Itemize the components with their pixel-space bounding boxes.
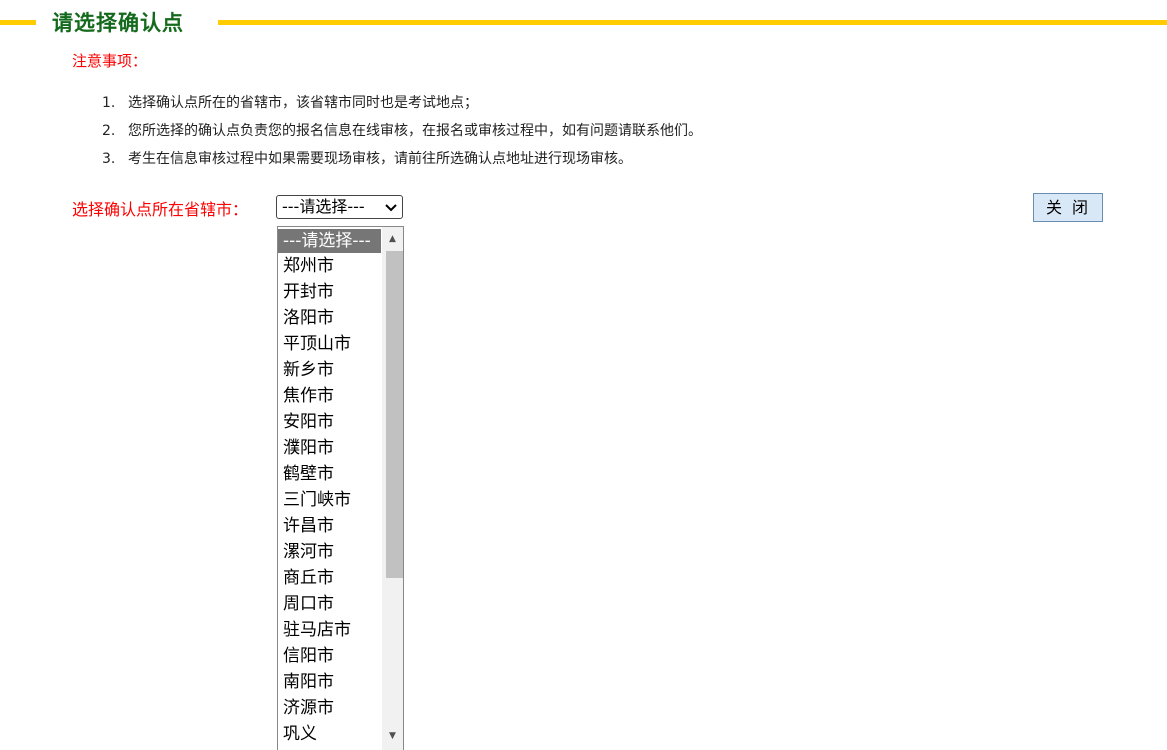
notice-item-text: 您所选择的确认点负责您的报名信息在线审核，在报名或审核过程中，如有问题请联系他们… (128, 123, 702, 139)
city-option[interactable]: 焦作市 (278, 383, 381, 409)
notice-item: 2. 您所选择的确认点负责您的报名信息在线审核，在报名或审核过程中，如有问题请联系… (102, 118, 702, 146)
city-option[interactable]: 许昌市 (278, 513, 381, 539)
scroll-down-arrow-icon[interactable]: ▼ (382, 724, 403, 748)
city-option[interactable]: 濮阳市 (278, 435, 381, 461)
city-option[interactable]: 南阳市 (278, 669, 381, 695)
notice-item: 3. 考生在信息审核过程中如果需要现场审核，请前往所选确认点地址进行现场审核。 (102, 146, 702, 174)
city-option[interactable]: 济源市 (278, 695, 381, 721)
city-option[interactable]: 鹤壁市 (278, 461, 381, 487)
city-option[interactable]: 信阳市 (278, 643, 381, 669)
notice-item-text: 考生在信息审核过程中如果需要现场审核，请前往所选确认点地址进行现场审核。 (128, 151, 632, 167)
notice-item-number: 3. (102, 151, 116, 167)
page: 请选择确认点 注意事项： 1. 选择确认点所在的省辖市，该省辖市同时也是考试地点；… (0, 0, 1167, 750)
city-option[interactable]: 平顶山市 (278, 331, 381, 357)
notice-title: 注意事项： (72, 52, 148, 70)
header-accent-line-left (0, 20, 36, 25)
city-options: ---请选择--- 郑州市 开封市 洛阳市 平顶山市 新乡市 焦作市 安阳市 濮… (278, 227, 381, 747)
city-option[interactable]: 洛阳市 (278, 305, 381, 331)
close-button[interactable]: 关闭 (1033, 193, 1103, 222)
chevron-down-icon (385, 196, 397, 218)
city-option[interactable]: 安阳市 (278, 409, 381, 435)
header-accent-line-right (218, 20, 1167, 25)
scrollbar-thumb[interactable] (386, 251, 403, 578)
city-option[interactable]: 周口市 (278, 591, 381, 617)
dropdown-scrollbar[interactable]: ▲ ▼ (382, 227, 403, 750)
city-option[interactable]: 新乡市 (278, 357, 381, 383)
city-option[interactable]: 开封市 (278, 279, 381, 305)
city-dropdown-list[interactable]: ---请选择--- 郑州市 开封市 洛阳市 平顶山市 新乡市 焦作市 安阳市 濮… (277, 226, 404, 750)
city-option[interactable]: 驻马店市 (278, 617, 381, 643)
notice-item: 1. 选择确认点所在的省辖市，该省辖市同时也是考试地点； (102, 90, 702, 118)
city-option[interactable]: ---请选择--- (278, 229, 381, 253)
city-option[interactable]: 郑州市 (278, 253, 381, 279)
city-select-value: ---请选择--- (282, 197, 365, 216)
scroll-up-arrow-icon[interactable]: ▲ (382, 227, 403, 251)
city-option[interactable]: 漯河市 (278, 539, 381, 565)
notice-list: 1. 选择确认点所在的省辖市，该省辖市同时也是考试地点； 2. 您所选择的确认点负责… (102, 90, 702, 174)
notice-item-number: 2. (102, 123, 116, 139)
city-option[interactable]: 三门峡市 (278, 487, 381, 513)
page-title: 请选择确认点 (52, 11, 184, 35)
city-select-label: 选择确认点所在省辖市： (72, 200, 249, 219)
notice-item-text: 选择确认点所在的省辖市，该省辖市同时也是考试地点； (128, 95, 478, 111)
notice-item-number: 1. (102, 95, 116, 111)
city-option[interactable]: 商丘市 (278, 565, 381, 591)
city-option[interactable]: 巩义 (278, 721, 381, 747)
city-select[interactable]: ---请选择--- (276, 195, 403, 219)
